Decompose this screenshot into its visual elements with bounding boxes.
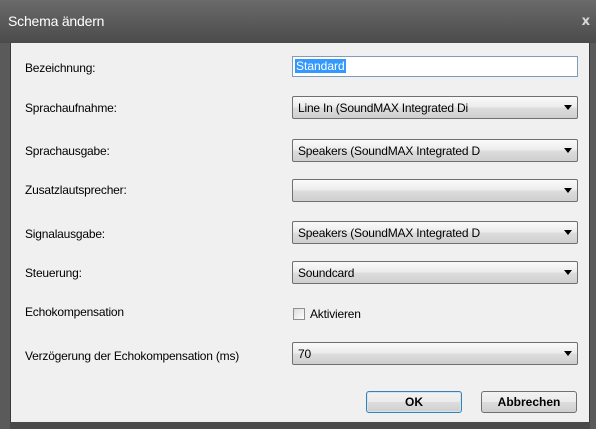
signalausgabe-label: Signalausgabe: [25,227,105,241]
aktivieren-label[interactable]: Aktivieren [310,307,361,321]
verzoegerung-select[interactable]: 70 [292,342,578,365]
ok-button[interactable]: OK [366,391,462,413]
echokompensation-checkbox[interactable] [293,308,305,320]
bezeichnung-input[interactable]: Standard [292,56,578,77]
chevron-down-icon [564,105,572,110]
echokompensation-label: Echokompensation [25,305,124,319]
window-title: Schema ändern [8,13,105,29]
window-bottom-edge [10,422,590,429]
sprachaufnahme-label: Sprachaufnahme: [25,101,117,115]
chevron-down-icon [564,351,572,356]
chevron-down-icon [564,270,572,275]
verzoegerung-label: Verzögerung der Echokompensation (ms) [25,349,240,363]
sprachaufnahme-value: Line In (SoundMAX Integrated Di [298,101,468,115]
bezeichnung-label: Bezeichnung: [25,61,96,75]
sprachaufnahme-select[interactable]: Line In (SoundMAX Integrated Di [292,96,578,119]
steuerung-value: Soundcard [298,266,355,280]
close-icon[interactable]: x [582,14,590,29]
zusatzlautsprecher-label: Zusatzlautsprecher: [25,183,127,197]
zusatzlautsprecher-select[interactable] [292,179,578,202]
steuerung-select[interactable]: Soundcard [292,261,578,284]
title-bar[interactable]: Schema ändern x [0,0,596,43]
verzoegerung-value: 70 [298,347,311,361]
cancel-button[interactable]: Abbrechen [481,391,577,413]
dialog-window: Schema ändern x Bezeichnung: Standard Sp… [0,0,596,429]
chevron-down-icon [564,188,572,193]
chevron-down-icon [564,148,572,153]
signalausgabe-select[interactable]: Speakers (SoundMAX Integrated D [292,221,578,244]
sprachausgabe-select[interactable]: Speakers (SoundMAX Integrated D [292,139,578,162]
chevron-down-icon [564,230,572,235]
steuerung-label: Steuerung: [25,266,82,280]
bezeichnung-value: Standard [295,59,346,73]
sprachausgabe-value: Speakers (SoundMAX Integrated D [298,144,480,158]
signalausgabe-value: Speakers (SoundMAX Integrated D [298,226,480,240]
sprachausgabe-label: Sprachausgabe: [25,144,110,158]
